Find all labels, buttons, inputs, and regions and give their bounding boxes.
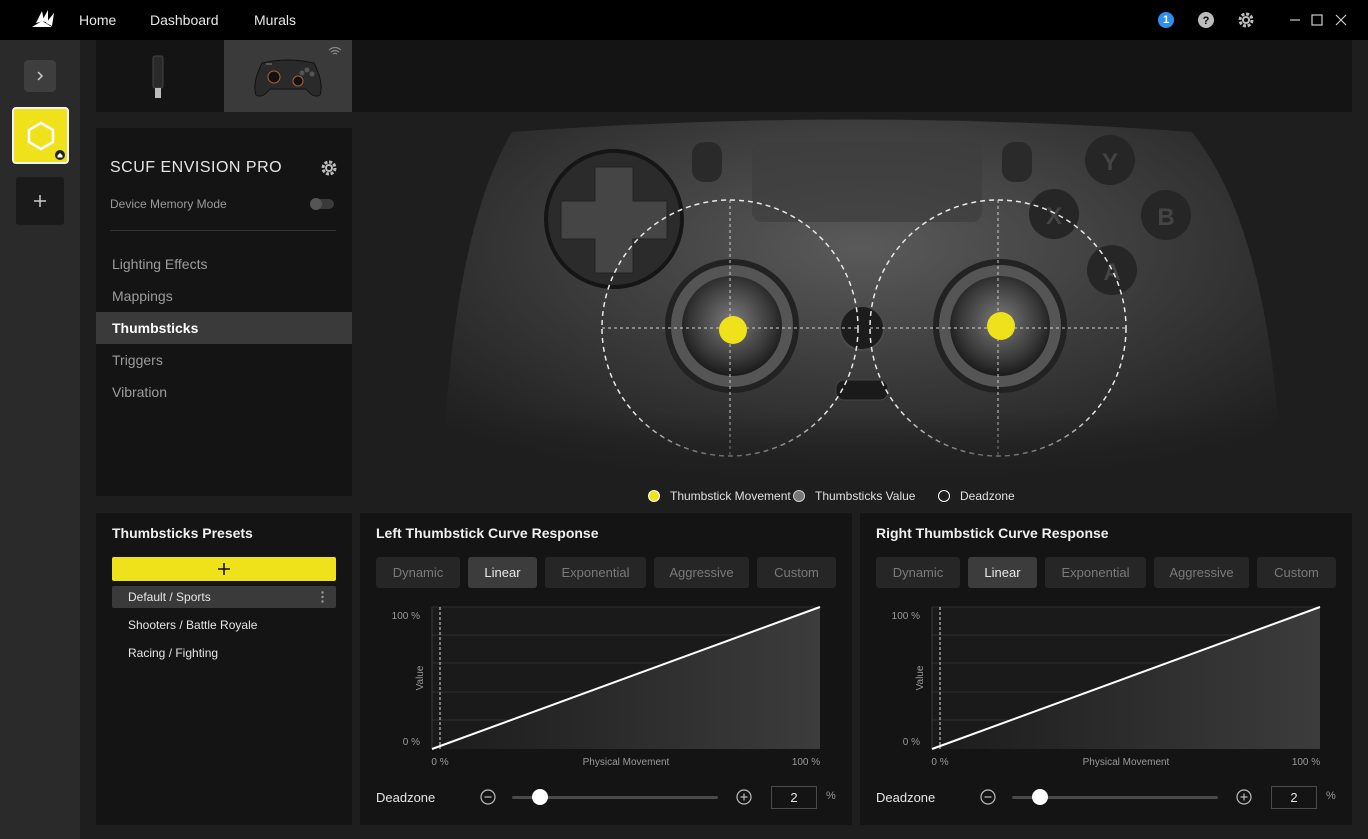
device-tabs [96,40,1352,112]
nav-home[interactable]: Home [79,12,116,28]
deadzone-label: Deadzone [876,790,936,805]
x-axis-label: Physical Movement [1083,757,1170,768]
x-axis-label: Physical Movement [583,757,670,768]
curve-linear-button[interactable]: Linear [968,557,1037,588]
wifi-icon [328,46,342,55]
y-axis-label: Value [415,665,426,690]
y-min-label: 0 % [903,737,920,748]
menu-item-triggers[interactable]: Triggers [96,344,352,376]
hexagon-icon [27,121,55,151]
legend-thumbsticks-value: Thumbsticks Value [815,489,916,503]
maximize-icon[interactable] [1308,11,1326,29]
device-tab-controller[interactable] [224,40,352,112]
menu-item-mappings[interactable]: Mappings [96,280,352,312]
device-tab-dongle[interactable] [96,40,224,112]
x-max-label: 100 % [792,757,820,768]
nav-dashboard[interactable]: Dashboard [150,12,219,28]
legend-movement-icon [648,490,660,502]
expand-rail-button[interactable] [24,60,56,92]
svg-text:B: B [1157,204,1174,231]
legend-deadzone-icon [938,490,950,502]
controller-icon [254,59,322,97]
device-menu-panel: SCUF ENVISION PRO Device Memory Mode Lig… [96,128,352,496]
plus-icon [218,563,230,575]
preset-item[interactable]: Default / Sports [112,586,336,608]
minimize-icon[interactable] [1286,11,1304,29]
add-device-button[interactable] [16,177,64,225]
y-axis-label: Value [915,665,926,690]
notifications-badge[interactable]: 1 [1158,12,1174,28]
controller-preview: Y X B A [352,112,1368,484]
deadzone-value-input[interactable]: 2 [1271,786,1317,809]
title-bar: Home Dashboard Murals 1 ? [0,0,1368,40]
settings-icon[interactable] [1237,11,1255,29]
preset-label: Default / Sports [128,590,211,604]
left-stick-position-dot [719,316,747,344]
controller-render: Y X B A [352,119,1368,484]
x-max-label: 100 % [1292,757,1320,768]
device-rail [0,40,80,839]
left-curve-graph[interactable]: 100 % 0 % 0 % 100 % Physical Movement Va… [376,601,836,773]
corsair-logo-icon[interactable] [30,7,56,33]
deadzone-slider-thumb[interactable] [532,789,548,805]
curve-exponential-button[interactable]: Exponential [1045,557,1146,588]
x-min-label: 0 % [431,757,448,768]
add-preset-button[interactable] [112,557,336,581]
deadzone-decrease-icon[interactable] [480,789,496,805]
svg-text:?: ? [1203,15,1210,27]
left-curve-title: Left Thumbstick Curve Response [376,525,599,541]
curve-dynamic-button[interactable]: Dynamic [876,557,960,588]
right-curve-title: Right Thumbstick Curve Response [876,525,1109,541]
nav-murals[interactable]: Murals [254,12,296,28]
preset-item[interactable]: Racing / Fighting [112,642,336,664]
right-stick-position-dot [987,312,1015,340]
deadzone-increase-icon[interactable] [1236,789,1252,805]
curve-dynamic-button[interactable]: Dynamic [376,557,460,588]
plus-icon [34,195,46,207]
home-badge-icon [55,150,65,160]
memory-mode-label: Device Memory Mode [110,197,227,211]
y-max-label: 100 % [392,611,420,622]
menu-item-vibration[interactable]: Vibration [96,376,352,408]
curve-aggressive-button[interactable]: Aggressive [654,557,749,588]
usb-dongle-icon [152,55,164,98]
deadzone-unit: % [826,790,836,802]
device-card-scuf[interactable] [12,107,69,164]
legend-thumbstick-movement: Thumbstick Movement [670,489,791,503]
curve-aggressive-button[interactable]: Aggressive [1154,557,1249,588]
right-curve-panel: Right Thumbstick Curve Response Dynamic … [860,513,1352,825]
deadzone-value-input[interactable]: 2 [771,786,817,809]
svg-text:Y: Y [1102,149,1118,176]
curve-custom-button[interactable]: Custom [757,557,836,588]
curve-custom-button[interactable]: Custom [1257,557,1336,588]
more-options-icon[interactable] [321,591,324,603]
curve-exponential-button[interactable]: Exponential [545,557,646,588]
menu-item-lighting-effects[interactable]: Lighting Effects [96,248,352,280]
legend-value-icon [793,490,805,502]
deadzone-slider-thumb[interactable] [1032,789,1048,805]
chevron-right-icon [37,71,44,81]
legend-deadzone: Deadzone [960,489,1015,503]
y-min-label: 0 % [403,737,420,748]
memory-mode-toggle[interactable] [310,198,334,210]
help-icon[interactable]: ? [1197,11,1215,29]
presets-panel: Thumbsticks Presets Default / Sports Sho… [96,513,352,825]
menu-item-thumbsticks[interactable]: Thumbsticks [96,312,352,344]
device-name: SCUF ENVISION PRO [110,159,283,176]
curve-linear-button[interactable]: Linear [468,557,537,588]
presets-title: Thumbsticks Presets [112,525,253,541]
deadzone-unit: % [1326,790,1336,802]
device-settings-icon[interactable] [320,159,338,177]
deadzone-label: Deadzone [376,790,436,805]
y-max-label: 100 % [892,611,920,622]
left-curve-panel: Left Thumbstick Curve Response Dynamic L… [360,513,852,825]
preset-item[interactable]: Shooters / Battle Royale [112,614,336,636]
menu-divider [110,230,336,231]
deadzone-increase-icon[interactable] [736,789,752,805]
deadzone-decrease-icon[interactable] [980,789,996,805]
close-icon[interactable] [1332,11,1350,29]
right-curve-graph[interactable]: 100 % 0 % 0 % 100 % Physical Movement Va… [876,601,1336,773]
x-min-label: 0 % [931,757,948,768]
